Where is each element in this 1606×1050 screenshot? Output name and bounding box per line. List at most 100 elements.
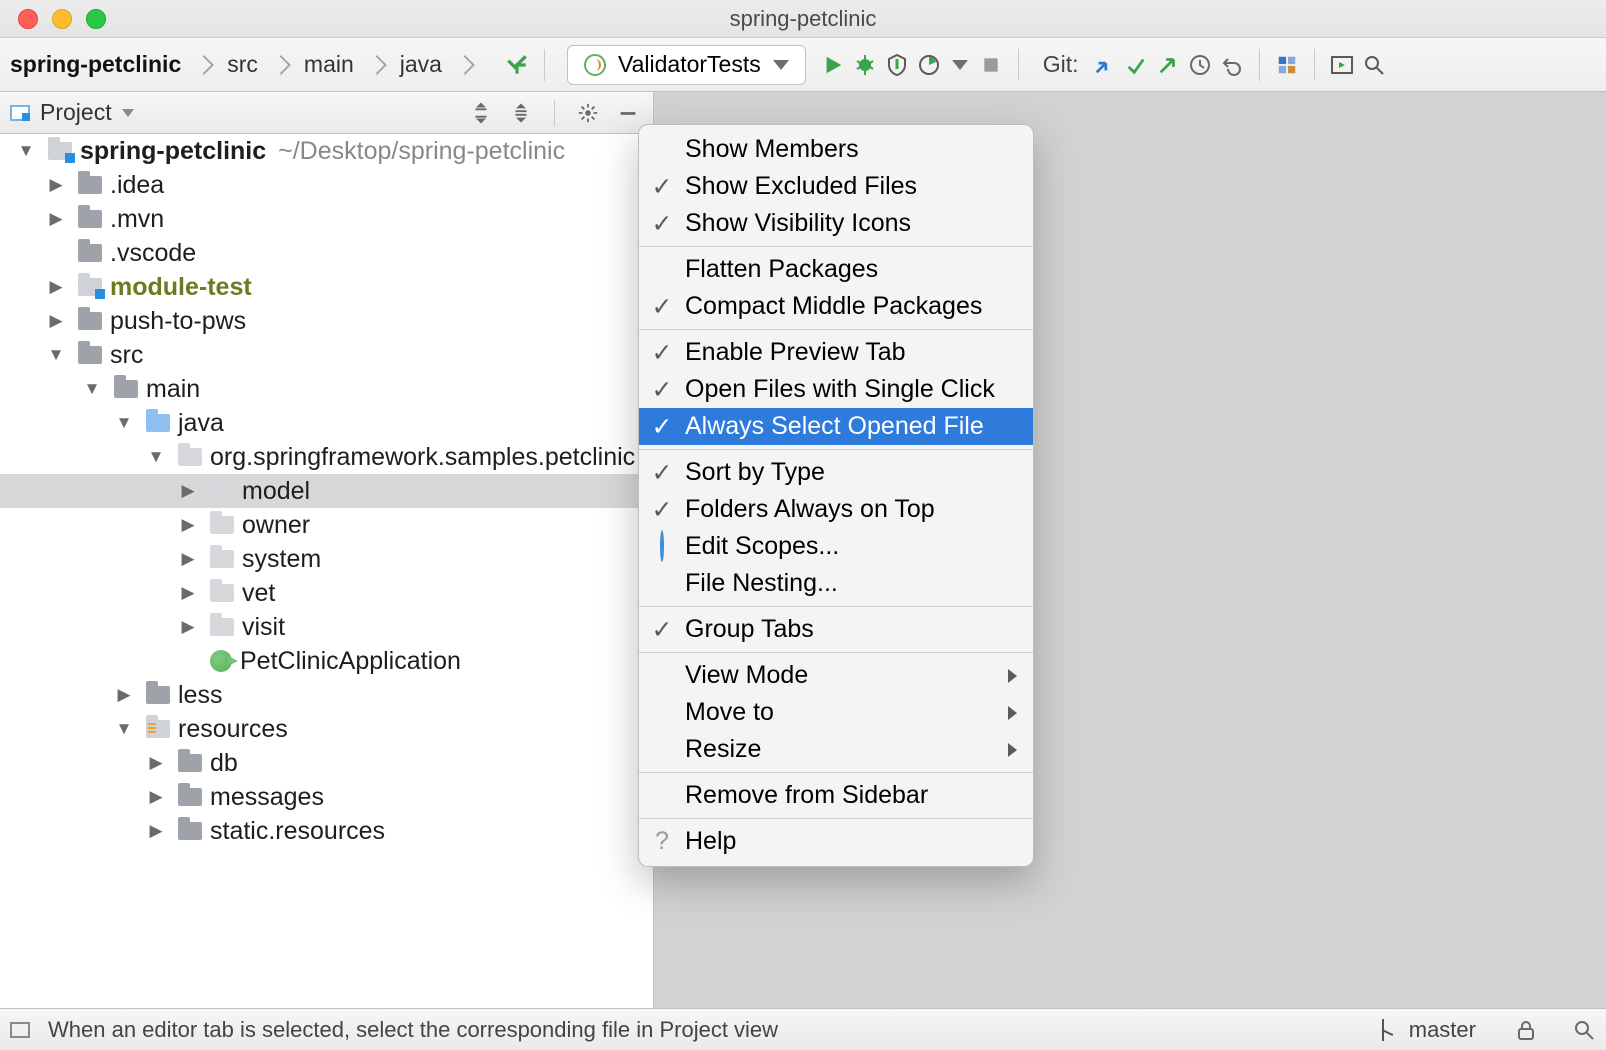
tree-folder-mvn[interactable]: .mvn [0, 202, 653, 236]
tree-label: PetClinicApplication [240, 647, 461, 676]
coverage-icon[interactable] [884, 52, 910, 78]
menu-separator [639, 449, 1033, 450]
project-structure-icon[interactable] [1274, 52, 1300, 78]
run-more-dropdown-icon[interactable] [952, 60, 968, 70]
disclosure-icon[interactable] [174, 617, 202, 637]
menu-folders-top[interactable]: Folders Always on Top [639, 491, 1033, 528]
menu-move-to[interactable]: Move to [639, 694, 1033, 731]
run-icon[interactable] [820, 52, 846, 78]
lock-icon[interactable] [1514, 1018, 1538, 1042]
disclosure-icon[interactable] [142, 753, 170, 773]
separator [1018, 49, 1019, 81]
tree-package[interactable]: org.springframework.samples.petclinic [0, 440, 653, 474]
disclosure-icon[interactable] [174, 481, 202, 501]
menu-file-nesting[interactable]: File Nesting... [639, 565, 1033, 602]
breadcrumb-src[interactable]: src [227, 51, 258, 78]
tree-module-test[interactable]: module-test [0, 270, 653, 304]
disclosure-icon[interactable] [174, 583, 202, 603]
tree-folder-vscode[interactable]: .vscode [0, 236, 653, 270]
run-anything-icon[interactable] [1329, 52, 1355, 78]
disclosure-icon[interactable] [142, 447, 170, 467]
disclosure-icon[interactable] [110, 719, 138, 739]
check-icon [647, 458, 677, 488]
disclosure-icon[interactable] [78, 379, 106, 399]
tree-folder-main[interactable]: main [0, 372, 653, 406]
menu-compact-middle[interactable]: Compact Middle Packages [639, 288, 1033, 325]
tree-folder-db[interactable]: db [0, 746, 653, 780]
tree-folder-idea[interactable]: .idea [0, 168, 653, 202]
menu-sort-by-type[interactable]: Sort by Type [639, 454, 1033, 491]
debug-icon[interactable] [852, 52, 878, 78]
breadcrumb-main[interactable]: main [304, 51, 354, 78]
disclosure-icon[interactable] [42, 277, 70, 297]
menu-help[interactable]: Help [639, 823, 1033, 860]
view-dropdown-icon[interactable] [122, 109, 134, 117]
project-tree[interactable]: spring-petclinic~/Desktop/spring-petclin… [0, 134, 653, 1008]
menu-show-members[interactable]: Show Members [639, 131, 1033, 168]
project-toolwindow: Project spring-petclinic~/Desktop/spring… [0, 92, 654, 1008]
search-everywhere-icon[interactable] [1361, 52, 1387, 78]
disclosure-icon[interactable] [110, 685, 138, 705]
tree-package-owner[interactable]: owner [0, 508, 653, 542]
collapse-all-icon[interactable] [506, 98, 536, 128]
toolwindow-title[interactable]: Project [40, 99, 112, 126]
disclosure-icon[interactable] [42, 345, 70, 365]
git-rollback-icon[interactable] [1219, 52, 1245, 78]
menu-flatten-packages[interactable]: Flatten Packages [639, 251, 1033, 288]
tree-folder-resources[interactable]: resources [0, 712, 653, 746]
tree-package-system[interactable]: system [0, 542, 653, 576]
git-history-icon[interactable] [1187, 52, 1213, 78]
disclosure-icon[interactable] [174, 549, 202, 569]
gear-icon[interactable] [573, 98, 603, 128]
tree-root[interactable]: spring-petclinic~/Desktop/spring-petclin… [0, 134, 653, 168]
profile-icon[interactable] [916, 52, 942, 78]
stop-icon[interactable] [978, 52, 1004, 78]
git-push-icon[interactable] [1155, 52, 1181, 78]
menu-remove-sidebar[interactable]: Remove from Sidebar [639, 777, 1033, 814]
expand-all-icon[interactable] [466, 98, 496, 128]
tree-folder-java[interactable]: java [0, 406, 653, 440]
tree-folder-src[interactable]: src [0, 338, 653, 372]
titlebar: spring-petclinic [0, 0, 1606, 38]
breadcrumb-root[interactable]: spring-petclinic [10, 51, 181, 78]
package-icon [210, 550, 234, 568]
git-commit-icon[interactable] [1123, 52, 1149, 78]
hide-icon[interactable] [613, 98, 643, 128]
menu-resize[interactable]: Resize [639, 731, 1033, 768]
disclosure-icon[interactable] [12, 141, 40, 161]
disclosure-icon[interactable] [110, 413, 138, 433]
dropdown-icon [773, 60, 789, 70]
git-update-icon[interactable] [1091, 52, 1117, 78]
menu-enable-preview[interactable]: Enable Preview Tab [639, 334, 1033, 371]
git-branch[interactable]: master [1409, 1017, 1476, 1043]
menu-group-tabs[interactable]: Group Tabs [639, 611, 1033, 648]
tree-package-model[interactable]: model [0, 474, 653, 508]
disclosure-icon[interactable] [142, 787, 170, 807]
tree-folder-messages[interactable]: messages [0, 780, 653, 814]
disclosure-icon[interactable] [42, 209, 70, 229]
folder-icon [114, 380, 138, 398]
disclosure-icon[interactable] [142, 821, 170, 841]
check-icon [647, 172, 677, 202]
git-label: Git: [1043, 51, 1079, 78]
tree-folder-less[interactable]: less [0, 678, 653, 712]
build-icon[interactable] [504, 52, 530, 78]
menu-show-excluded[interactable]: Show Excluded Files [639, 168, 1033, 205]
menu-always-select-opened[interactable]: Always Select Opened File [639, 408, 1033, 445]
menu-open-single-click[interactable]: Open Files with Single Click [639, 371, 1033, 408]
run-config-selector[interactable]: ValidatorTests [567, 45, 806, 85]
toolwindow-toggle-icon[interactable] [10, 1022, 30, 1038]
disclosure-icon[interactable] [174, 515, 202, 535]
disclosure-icon[interactable] [42, 175, 70, 195]
menu-view-mode[interactable]: View Mode [639, 657, 1033, 694]
disclosure-icon[interactable] [42, 311, 70, 331]
menu-show-visibility[interactable]: Show Visibility Icons [639, 205, 1033, 242]
search-icon[interactable] [1572, 1018, 1596, 1042]
tree-folder-push-to-pws[interactable]: push-to-pws [0, 304, 653, 338]
menu-edit-scopes[interactable]: Edit Scopes... [639, 528, 1033, 565]
tree-package-vet[interactable]: vet [0, 576, 653, 610]
tree-folder-static-resources[interactable]: static.resources [0, 814, 653, 848]
tree-package-visit[interactable]: visit [0, 610, 653, 644]
tree-class-petclinic[interactable]: PetClinicApplication [0, 644, 653, 678]
breadcrumb-java[interactable]: java [400, 51, 442, 78]
